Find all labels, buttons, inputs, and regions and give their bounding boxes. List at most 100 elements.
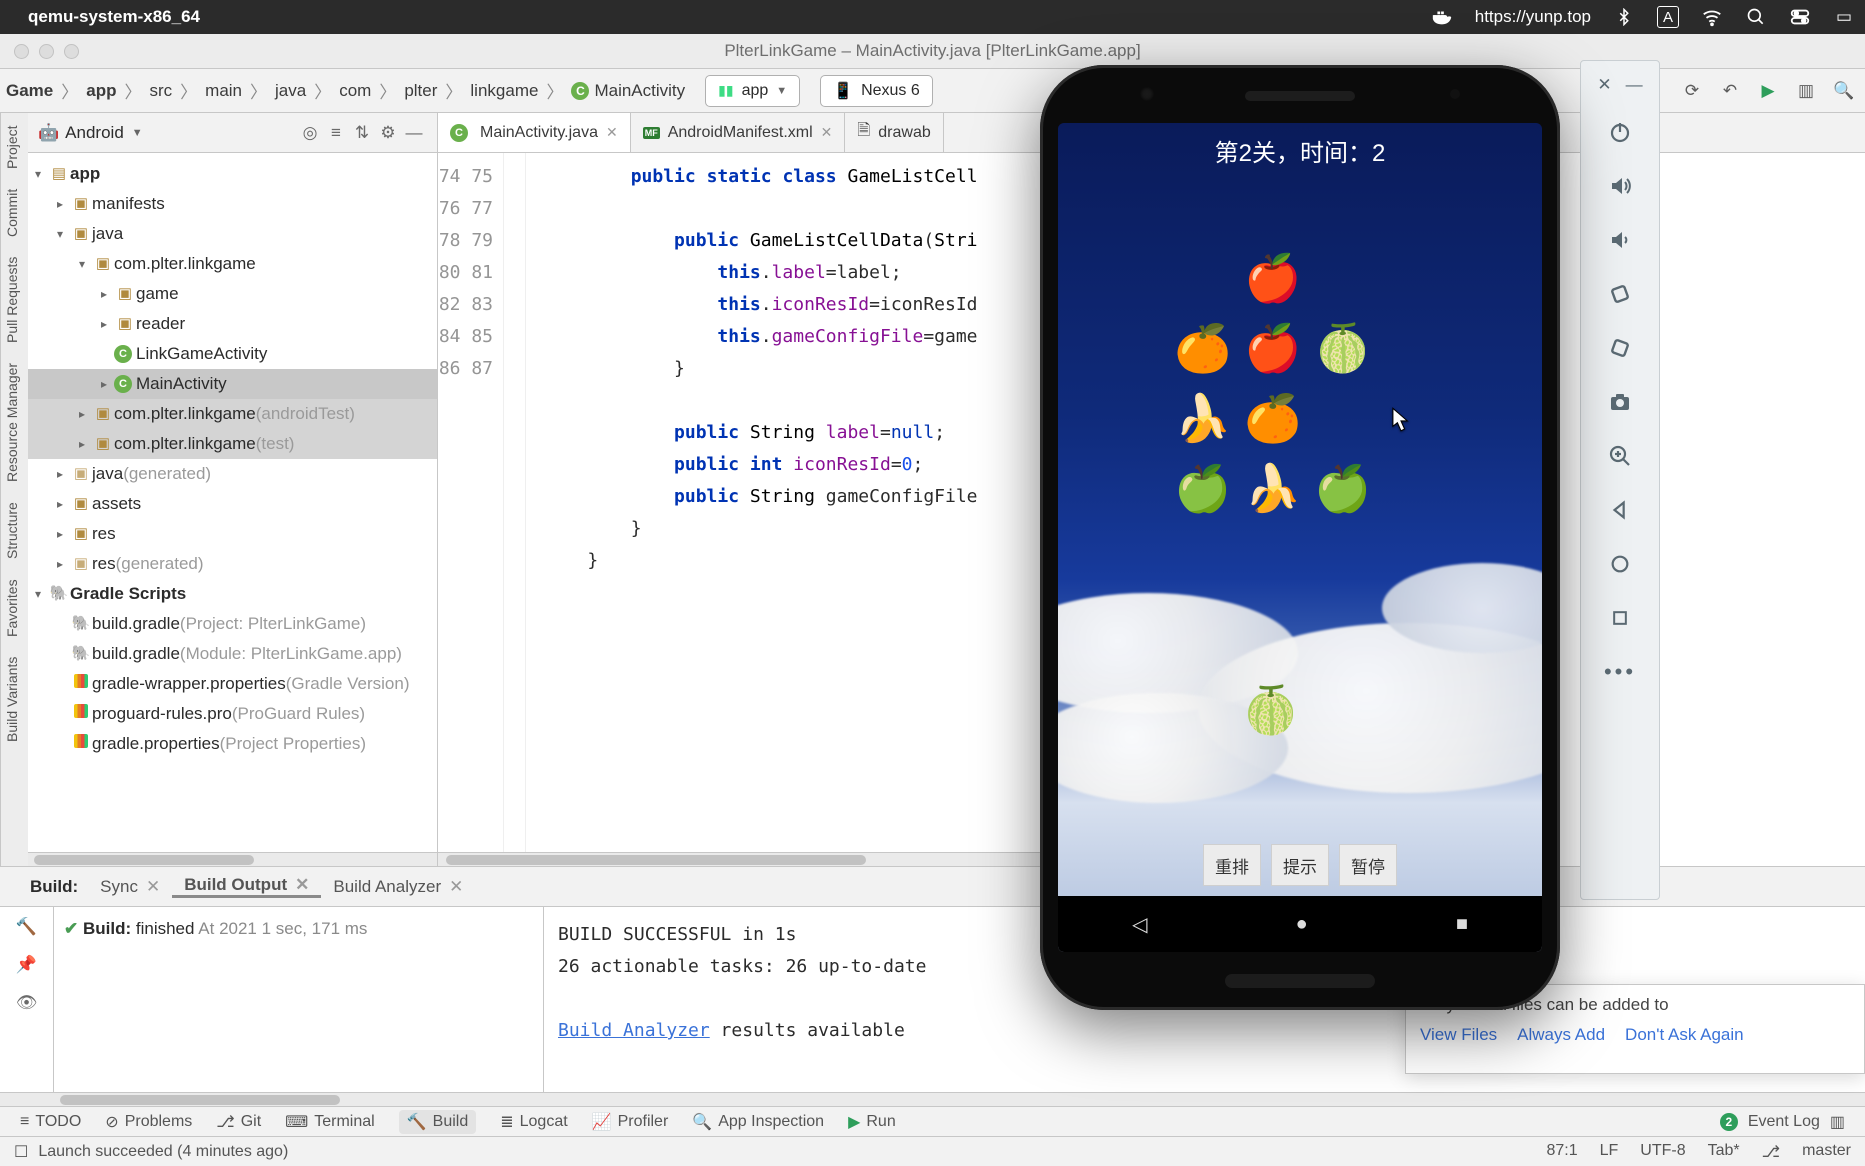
menubar-url[interactable]: https://yunp.top xyxy=(1475,7,1591,27)
tree-row[interactable]: ▸CMainActivity xyxy=(28,369,437,399)
tree-row[interactable]: 🐘build.gradle (Module: PlterLinkGame.app… xyxy=(28,639,437,669)
filter-icon[interactable]: ≡ xyxy=(323,123,349,143)
zoom-icon[interactable] xyxy=(1603,439,1637,473)
line-number-gutter[interactable]: 74 75 76 77 78 79 80 81 82 83 84 85 86 8… xyxy=(438,153,504,852)
emulator-screen[interactable]: 第2关，时间：2 🍎🍊🍎🍈🍌🍊🍏🍌🍏 🍈 重排 提示 暂停 ◁ ● ■ xyxy=(1058,123,1542,952)
rail-favorites[interactable]: Favorites xyxy=(4,579,25,637)
tree-row[interactable]: CLinkGameActivity xyxy=(28,339,437,369)
run-icon[interactable]: ▶ xyxy=(1757,80,1779,102)
project-tree[interactable]: ▾▤app▸▣manifests▾▣java▾▣com.plter.linkga… xyxy=(28,153,437,852)
tree-row[interactable]: ▾▣com.plter.linkgame xyxy=(28,249,437,279)
more-icon[interactable]: ••• xyxy=(1603,655,1637,689)
tree-row[interactable]: gradle.properties (Project Properties) xyxy=(28,729,437,759)
device-selector[interactable]: 📱 Nexus 6 xyxy=(820,75,933,107)
close-window-icon[interactable] xyxy=(14,44,29,59)
breadcrumb-seg[interactable]: main xyxy=(205,81,242,101)
tool-todo[interactable]: ≡TODO xyxy=(20,1113,81,1131)
volume-up-icon[interactable] xyxy=(1603,169,1637,203)
breadcrumb-seg[interactable]: java xyxy=(275,81,306,101)
tree-row[interactable]: ▸▣com.plter.linkgame (androidTest) xyxy=(28,399,437,429)
emulator-minimize-button[interactable]: — xyxy=(1626,75,1643,95)
tool-inspection[interactable]: 🔍App Inspection xyxy=(692,1112,824,1132)
hide-icon[interactable]: — xyxy=(401,123,427,143)
docker-icon[interactable] xyxy=(1431,6,1453,28)
hammer-icon[interactable]: 🔨 xyxy=(16,917,37,937)
status-branch[interactable]: master xyxy=(1802,1142,1851,1162)
rail-resource-mgr[interactable]: Resource Manager xyxy=(4,363,25,482)
tree-row[interactable]: ▸▣com.plter.linkgame (test) xyxy=(28,429,437,459)
tree-row[interactable]: proguard-rules.pro (ProGuard Rules) xyxy=(28,699,437,729)
breadcrumb-seg[interactable]: com xyxy=(339,81,371,101)
notification-link[interactable]: Don't Ask Again xyxy=(1625,1025,1744,1045)
eye-icon[interactable]: 👁 xyxy=(16,993,38,1013)
tree-row[interactable]: ▸▣res (generated) xyxy=(28,549,437,579)
status-line-sep[interactable]: LF xyxy=(1600,1142,1619,1162)
game-cell[interactable]: 🍎 xyxy=(1238,243,1308,313)
zoom-window-icon[interactable] xyxy=(64,44,79,59)
control-center-icon[interactable] xyxy=(1789,6,1811,28)
tool-event-log[interactable]: Event Log xyxy=(1748,1113,1820,1131)
target-icon[interactable]: ◎ xyxy=(297,123,323,143)
back-icon[interactable] xyxy=(1603,493,1637,527)
status-caret[interactable]: 87:1 xyxy=(1546,1142,1577,1162)
nav-home-icon[interactable]: ● xyxy=(1296,913,1308,936)
notification-link[interactable]: Always Add xyxy=(1517,1025,1605,1045)
game-cell[interactable]: 🍎 xyxy=(1238,313,1308,383)
chevron-down-icon[interactable]: ▼ xyxy=(132,127,143,139)
minimize-window-icon[interactable] xyxy=(39,44,54,59)
run-config-selector[interactable]: ▮▮ app ▼ xyxy=(705,75,800,107)
game-cell[interactable]: 🍌 xyxy=(1168,383,1238,453)
tree-row[interactable]: ▸▣java (generated) xyxy=(28,459,437,489)
game-cell[interactable]: 🍊 xyxy=(1168,313,1238,383)
build-tab-analyzer[interactable]: Build Analyzer✕ xyxy=(321,877,475,897)
rotate-right-icon[interactable] xyxy=(1603,331,1637,365)
notification-link[interactable]: View Files xyxy=(1420,1025,1497,1045)
status-square-icon[interactable]: ☐ xyxy=(14,1142,28,1162)
close-icon[interactable]: ✕ xyxy=(449,877,463,897)
status-encoding[interactable]: UTF-8 xyxy=(1640,1142,1685,1162)
tool-terminal[interactable]: ⌨Terminal xyxy=(285,1112,375,1132)
overview-circle-icon[interactable] xyxy=(1603,547,1637,581)
tree-row[interactable]: gradle-wrapper.properties (Gradle Versio… xyxy=(28,669,437,699)
sidecar-icon[interactable]: ▭ xyxy=(1833,7,1855,27)
game-cell[interactable]: 🍏 xyxy=(1308,453,1378,523)
tree-row[interactable]: ▸▣manifests xyxy=(28,189,437,219)
close-icon[interactable]: ✕ xyxy=(606,124,618,141)
tool-profiler[interactable]: 📈Profiler xyxy=(592,1112,669,1132)
editor-tab[interactable]: C MainActivity.java ✕ xyxy=(438,113,631,152)
status-indent[interactable]: Tab* xyxy=(1708,1142,1740,1162)
tool-logcat[interactable]: ≣Logcat xyxy=(500,1112,567,1132)
overview-square-icon[interactable] xyxy=(1603,601,1637,635)
breadcrumb-seg[interactable]: linkgame xyxy=(470,81,538,101)
tree-row[interactable]: ▸▣assets xyxy=(28,489,437,519)
rail-structure[interactable]: Structure xyxy=(4,502,25,559)
emulator-close-button[interactable]: ✕ xyxy=(1597,75,1611,95)
game-cell[interactable]: 🍌 xyxy=(1238,453,1308,523)
tool-problems[interactable]: ⊘Problems xyxy=(105,1112,192,1132)
breadcrumb[interactable]: Game〉 app〉 src〉 main〉 java〉 com〉 plter〉 … xyxy=(0,78,685,103)
undo-icon[interactable]: ↶ xyxy=(1719,80,1741,102)
build-analyzer-link[interactable]: Build Analyzer xyxy=(558,1020,710,1041)
scrollbar-horizontal[interactable] xyxy=(0,1092,1865,1106)
tree-row[interactable]: ▸▣game xyxy=(28,279,437,309)
input-source-icon[interactable]: A xyxy=(1657,6,1679,28)
tree-row[interactable]: ▾▣java xyxy=(28,219,437,249)
nav-back-icon[interactable]: ◁ xyxy=(1132,912,1147,937)
close-icon[interactable]: ✕ xyxy=(821,124,833,141)
traffic-lights[interactable] xyxy=(0,44,79,59)
game-button-shuffle[interactable]: 重排 xyxy=(1203,844,1261,886)
volume-down-icon[interactable] xyxy=(1603,223,1637,257)
layout-icon[interactable]: ▥ xyxy=(1830,1112,1845,1132)
breadcrumb-seg[interactable]: src xyxy=(149,81,172,101)
tree-row[interactable]: ▾▤app xyxy=(28,159,437,189)
close-icon[interactable]: ✕ xyxy=(146,877,160,897)
sort-icon[interactable]: ⇅ xyxy=(349,123,375,143)
left-tool-rail[interactable]: Build Variants Favorites Structure Resou… xyxy=(0,113,28,866)
tree-row[interactable]: ▾🐘Gradle Scripts xyxy=(28,579,437,609)
sync-icon[interactable]: ⟳ xyxy=(1681,80,1703,102)
game-fruit-extra[interactable]: 🍈 xyxy=(1242,683,1299,738)
gear-icon[interactable]: ⚙ xyxy=(375,123,401,143)
nav-recents-icon[interactable]: ■ xyxy=(1456,913,1468,936)
game-cell[interactable]: 🍊 xyxy=(1238,383,1308,453)
power-icon[interactable] xyxy=(1603,115,1637,149)
